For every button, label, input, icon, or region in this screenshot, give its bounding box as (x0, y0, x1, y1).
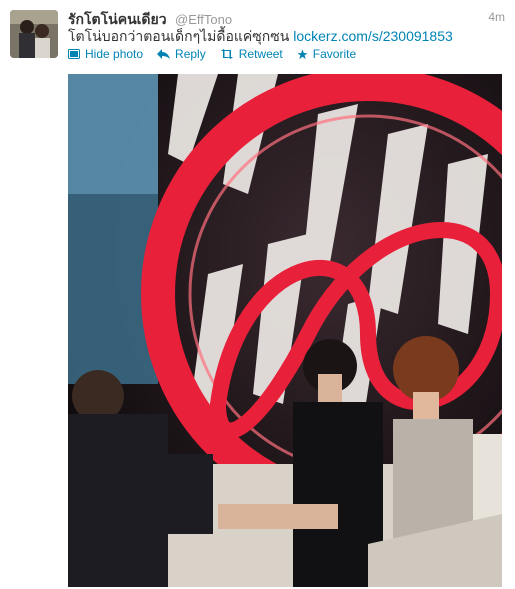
reply-label: Reply (175, 47, 206, 61)
reply-icon (157, 49, 171, 59)
star-icon (297, 48, 308, 59)
fullname[interactable]: รักโตโน่คนเดียว (68, 11, 167, 27)
tweet-link[interactable]: lockerz.com/s/230091853 (293, 28, 453, 44)
tweet-actions: Hide photo Reply Retweet Favorite (68, 46, 370, 62)
retweet-icon (220, 49, 233, 59)
retweet-label: Retweet (238, 47, 283, 61)
screen-name[interactable]: @EffTono (175, 12, 232, 27)
reply-button[interactable]: Reply (157, 47, 206, 61)
tweet-body: โตโน่บอกว่าตอนเด็กๆไม่ดื้อแค่ซุกซน (68, 28, 290, 44)
tweet-card: รักโตโน่คนเดียว @EffTono 4m โตโน่บอกว่าต… (0, 0, 515, 589)
tweet-header: รักโตโน่คนเดียว @EffTono 4m (68, 9, 505, 27)
avatar[interactable] (10, 10, 58, 58)
hide-photo-label: Hide photo (85, 47, 144, 61)
timestamp[interactable]: 4m (488, 10, 505, 24)
favorite-button[interactable]: Favorite (297, 47, 356, 61)
tweet-text: โตโน่บอกว่าตอนเด็กๆไม่ดื้อแค่ซุกซน locke… (68, 27, 505, 45)
photo-icon (68, 49, 80, 59)
attached-photo[interactable] (68, 74, 502, 587)
hide-photo-button[interactable]: Hide photo (68, 47, 143, 61)
favorite-label: Favorite (312, 47, 357, 61)
retweet-button[interactable]: Retweet (220, 47, 283, 61)
